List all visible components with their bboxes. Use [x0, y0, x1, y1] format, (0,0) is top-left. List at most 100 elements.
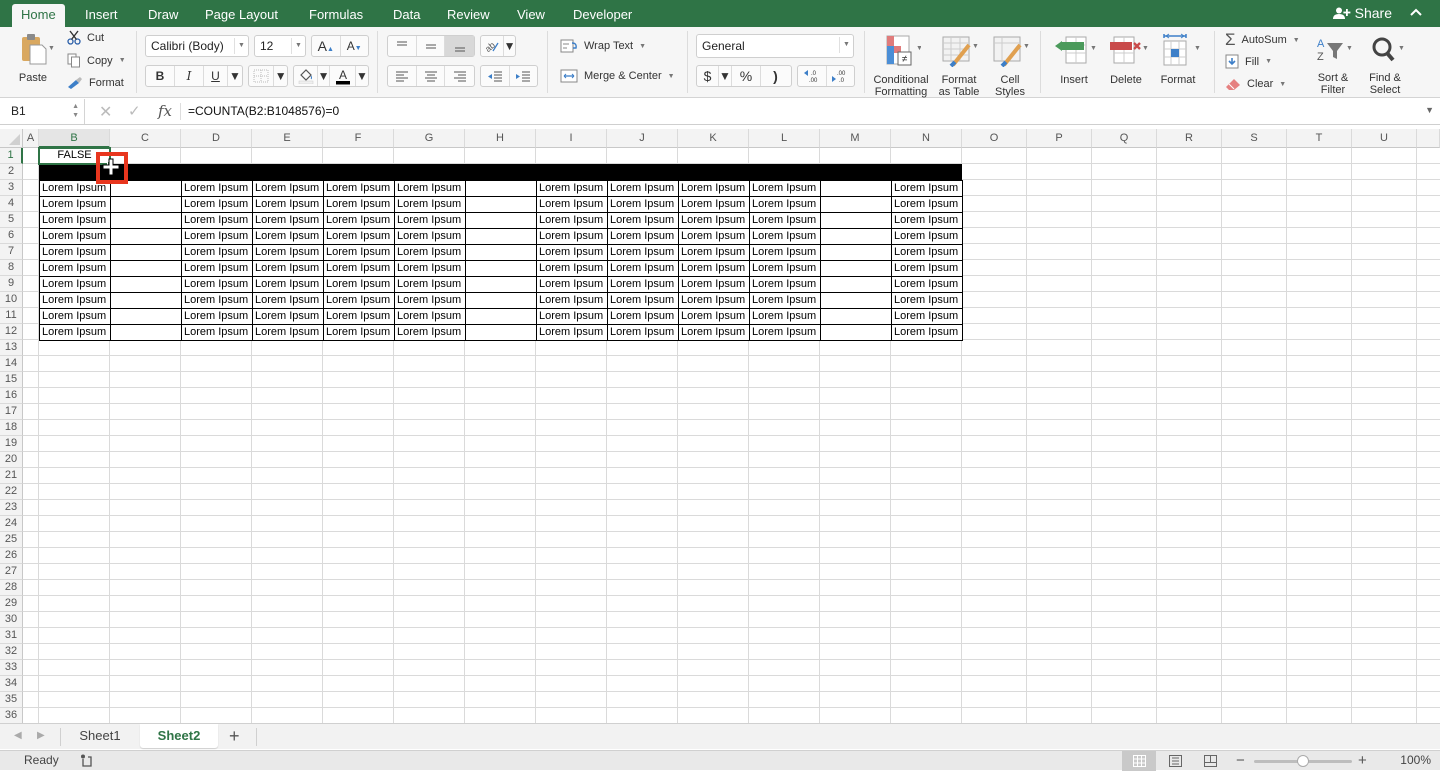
- tab-insert[interactable]: Insert: [76, 4, 127, 27]
- table-cell[interactable]: Lorem Ipsum: [39, 212, 111, 229]
- formula-input[interactable]: =COUNTA(B2:B1048576)=0: [188, 99, 339, 124]
- column-header-t[interactable]: T: [1287, 129, 1352, 148]
- align-center-button[interactable]: [417, 66, 446, 86]
- table-cell[interactable]: Lorem Ipsum: [39, 324, 111, 341]
- table-cell[interactable]: Lorem Ipsum: [678, 260, 750, 277]
- row-header-3[interactable]: 3: [0, 180, 23, 196]
- table-cell[interactable]: Lorem Ipsum: [394, 324, 466, 341]
- sort-filter-button[interactable]: A Z ▼ Sort & Filter: [1310, 35, 1356, 96]
- row-header-34[interactable]: 34: [0, 676, 23, 692]
- table-cell[interactable]: Lorem Ipsum: [678, 212, 750, 229]
- spreadsheet-grid[interactable]: A B C D E F G H I J K L M N O P Q R S T U 1 2 3 4 5 6 7 8 9 10 11 12 13 14…: [0, 129, 1440, 723]
- align-bottom-button[interactable]: [445, 36, 474, 56]
- table-cell[interactable]: Lorem Ipsum: [749, 180, 821, 197]
- row-header-25[interactable]: 25: [0, 532, 23, 548]
- tab-developer[interactable]: Developer: [564, 4, 641, 27]
- row-header-22[interactable]: 22: [0, 484, 23, 500]
- row-header-4[interactable]: 4: [0, 196, 23, 212]
- table-cell[interactable]: Lorem Ipsum: [607, 292, 679, 309]
- table-cell[interactable]: Lorem Ipsum: [678, 308, 750, 325]
- column-header-n[interactable]: N: [891, 129, 962, 148]
- row-header-33[interactable]: 33: [0, 660, 23, 676]
- column-header-s[interactable]: S: [1222, 129, 1287, 148]
- next-sheet-icon[interactable]: ▶: [37, 730, 45, 741]
- add-sheet-button[interactable]: +: [229, 725, 240, 747]
- font-size-select[interactable]: 12 ▼: [254, 35, 306, 57]
- table-cell[interactable]: Lorem Ipsum: [323, 244, 395, 261]
- autosum-button[interactable]: Σ AutoSum ▼: [1225, 30, 1300, 50]
- collapse-ribbon-icon[interactable]: [1410, 4, 1422, 19]
- table-cell[interactable]: Lorem Ipsum: [181, 292, 253, 309]
- table-cell[interactable]: Lorem Ipsum: [607, 212, 679, 229]
- table-cell[interactable]: [110, 228, 182, 245]
- table-cell[interactable]: Lorem Ipsum: [536, 308, 608, 325]
- table-cell[interactable]: Lorem Ipsum: [394, 196, 466, 213]
- table-cell[interactable]: Lorem Ipsum: [607, 244, 679, 261]
- table-cell[interactable]: Lorem Ipsum: [39, 292, 111, 309]
- table-cell[interactable]: Lorem Ipsum: [252, 196, 324, 213]
- table-cell[interactable]: [465, 324, 537, 341]
- page-layout-view-button[interactable]: [1158, 751, 1192, 771]
- table-cell[interactable]: Lorem Ipsum: [607, 276, 679, 293]
- column-header-h[interactable]: H: [465, 129, 536, 148]
- increase-indent-button[interactable]: [510, 66, 538, 86]
- table-cell[interactable]: Lorem Ipsum: [181, 244, 253, 261]
- table-cell[interactable]: [110, 292, 182, 309]
- table-cell[interactable]: Lorem Ipsum: [678, 244, 750, 261]
- row-header-10[interactable]: 10: [0, 292, 23, 308]
- orientation-button[interactable]: ab ▼: [480, 35, 516, 57]
- table-cell[interactable]: Lorem Ipsum: [891, 308, 963, 325]
- column-header-q[interactable]: Q: [1092, 129, 1157, 148]
- table-cell[interactable]: Lorem Ipsum: [181, 276, 253, 293]
- number-format-select[interactable]: General ▼: [696, 34, 854, 58]
- row-header-16[interactable]: 16: [0, 388, 23, 404]
- decrease-indent-button[interactable]: [481, 66, 510, 86]
- column-header-b[interactable]: B: [39, 129, 110, 148]
- table-cell[interactable]: Lorem Ipsum: [39, 196, 111, 213]
- table-cell[interactable]: Lorem Ipsum: [39, 244, 111, 261]
- row-header-21[interactable]: 21: [0, 468, 23, 484]
- column-header-k[interactable]: K: [678, 129, 749, 148]
- row-header-7[interactable]: 7: [0, 244, 23, 260]
- table-cell[interactable]: Lorem Ipsum: [607, 308, 679, 325]
- row-header-15[interactable]: 15: [0, 372, 23, 388]
- table-cell[interactable]: [465, 196, 537, 213]
- column-header-g[interactable]: G: [394, 129, 465, 148]
- table-cell[interactable]: [820, 260, 892, 277]
- table-cell[interactable]: Lorem Ipsum: [891, 228, 963, 245]
- expand-formula-bar-icon[interactable]: ▼: [1425, 105, 1434, 115]
- table-cell[interactable]: [820, 180, 892, 197]
- format-as-table-button[interactable]: ▼ Format as Table: [935, 35, 983, 98]
- table-cell[interactable]: Lorem Ipsum: [891, 324, 963, 341]
- column-header-l[interactable]: L: [749, 129, 820, 148]
- table-cell[interactable]: Lorem Ipsum: [252, 260, 324, 277]
- table-cell[interactable]: [465, 244, 537, 261]
- table-cell[interactable]: Lorem Ipsum: [181, 196, 253, 213]
- zoom-in-button[interactable]: +: [1358, 751, 1367, 770]
- table-cell[interactable]: Lorem Ipsum: [607, 228, 679, 245]
- cancel-icon[interactable]: ✕: [99, 102, 112, 122]
- table-cell[interactable]: Lorem Ipsum: [749, 292, 821, 309]
- row-header-11[interactable]: 11: [0, 308, 23, 324]
- row-header-9[interactable]: 9: [0, 276, 23, 292]
- table-cell[interactable]: Lorem Ipsum: [39, 228, 111, 245]
- table-cell[interactable]: Lorem Ipsum: [394, 244, 466, 261]
- table-cell[interactable]: Lorem Ipsum: [394, 292, 466, 309]
- align-top-button[interactable]: [388, 36, 417, 56]
- row-header-19[interactable]: 19: [0, 436, 23, 452]
- row-header-32[interactable]: 32: [0, 644, 23, 660]
- fill-color-button[interactable]: [294, 66, 318, 86]
- table-cell[interactable]: Lorem Ipsum: [678, 228, 750, 245]
- confirm-icon[interactable]: ✓: [128, 102, 141, 120]
- column-header-i[interactable]: I: [536, 129, 607, 148]
- row-header-14[interactable]: 14: [0, 356, 23, 372]
- select-all-button[interactable]: [0, 129, 23, 148]
- column-header-u[interactable]: U: [1352, 129, 1417, 148]
- table-cell[interactable]: Lorem Ipsum: [536, 260, 608, 277]
- table-cell[interactable]: [465, 276, 537, 293]
- column-header-r[interactable]: R: [1157, 129, 1222, 148]
- table-cell[interactable]: Lorem Ipsum: [891, 180, 963, 197]
- table-cell[interactable]: Lorem Ipsum: [252, 180, 324, 197]
- clear-button[interactable]: Clear ▼: [1225, 77, 1286, 91]
- row-header-5[interactable]: 5: [0, 212, 23, 228]
